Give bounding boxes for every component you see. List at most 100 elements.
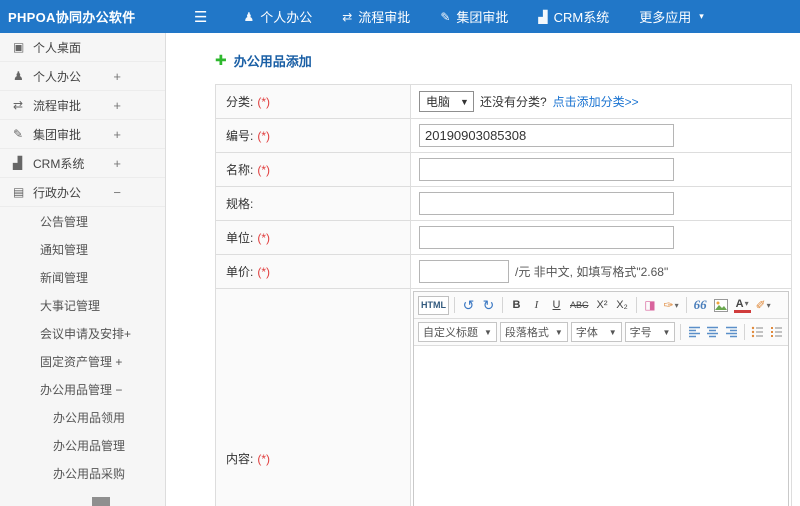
nav-personal-office[interactable]: ♟ 个人办公: [243, 7, 312, 26]
code-input[interactable]: [419, 124, 674, 147]
sidebar-item-crm-system[interactable]: ▟ CRM系统 +: [0, 149, 165, 178]
remove-format-icon[interactable]: ◨: [642, 296, 659, 315]
menu-icon[interactable]: ☰: [194, 8, 207, 26]
field-value: [411, 187, 791, 220]
chevron-down-icon: ▾: [674, 300, 679, 310]
font-family-dropdown[interactable]: 字体 ▼: [570, 322, 622, 342]
editor-content-area[interactable]: [414, 346, 788, 506]
spec-input[interactable]: [419, 192, 674, 215]
chevron-down-icon: ▼: [662, 327, 671, 337]
insert-image-icon[interactable]: [712, 296, 731, 315]
sidebar-item-office-supplies[interactable]: 办公用品管理 −: [0, 375, 165, 403]
custom-heading-dropdown[interactable]: 自定义标题 ▼: [418, 322, 497, 342]
field-value: 电脑 ▼ 还没有分类? 点击添加分类>>: [411, 85, 791, 118]
field-label: 规格:: [216, 187, 411, 220]
form-row-unit: 单位: (*): [216, 221, 791, 255]
field-value: [411, 153, 791, 186]
flow-icon: ⇄: [13, 98, 24, 112]
nav-group-approval[interactable]: ✎ 集团审批: [440, 7, 508, 26]
required-marker: (*): [257, 451, 271, 466]
sidebar-item-news-mgmt[interactable]: 新闻管理: [0, 263, 165, 291]
align-center-icon[interactable]: [705, 323, 721, 342]
dropdown-label: 自定义标题: [423, 327, 478, 339]
sidebar-item-label: 集团审批: [33, 127, 82, 142]
underline-button[interactable]: U: [548, 296, 565, 315]
nav-crm-system[interactable]: ▟ CRM系统: [538, 7, 609, 26]
desktop-icon: ▣: [13, 40, 25, 54]
font-color-icon[interactable]: A ▾: [733, 297, 751, 313]
sidebar-item-workflow-approval[interactable]: ⇄ 流程审批 +: [0, 91, 165, 120]
pen-glyph: ✐: [755, 298, 766, 312]
label-text: 内容:: [226, 452, 254, 466]
sidebar-item-group-approval[interactable]: ✎ 集团审批 +: [0, 120, 165, 149]
topbar: PHPOA协同办公软件 ☰ ♟ 个人办公 ⇄ 流程审批 ✎ 集团审批 ▟ CRM…: [0, 0, 800, 33]
chart-icon: ▟: [13, 156, 23, 170]
form-row-name: 名称: (*): [216, 153, 791, 187]
bold-button[interactable]: B: [508, 296, 525, 315]
price-input[interactable]: [419, 260, 509, 283]
nav-label: CRM系统: [553, 10, 610, 25]
toolbar-separator: [685, 297, 687, 313]
font-color-glyph: A: [735, 297, 744, 310]
sidebar-item-label: 办公用品领用: [53, 410, 126, 425]
required-marker: (*): [257, 230, 271, 245]
nav-more-apps[interactable]: 更多应用 ▾: [639, 7, 704, 26]
toolbar-separator: [635, 297, 637, 313]
name-input[interactable]: [419, 158, 674, 181]
form-row-content: 内容: (*) HTML ↺ ↻ B I U ABC X² X₂ ◨ ✑ ▾ 6…: [216, 289, 791, 506]
dropdown-label: 段落格式: [504, 327, 549, 339]
font-size-dropdown[interactable]: 字号 ▼: [624, 322, 676, 342]
collapse-toggle[interactable]: −: [113, 185, 121, 200]
main-content: ✚ 办公用品添加 分类: (*) 电脑 ▼ 还没有分类? 点击添加分类>> 编号…: [166, 33, 800, 506]
expand-toggle[interactable]: +: [113, 98, 121, 113]
add-category-link[interactable]: 点击添加分类>>: [553, 93, 639, 110]
field-value: /元 非中文, 如填写格式"2.68": [411, 255, 791, 288]
sidebar-item-supplies-manage[interactable]: 办公用品管理: [0, 431, 165, 459]
unordered-list-icon[interactable]: [750, 323, 766, 342]
format-painter-icon[interactable]: ✑ ▾: [662, 296, 681, 315]
scrollbar-thumb[interactable]: [92, 497, 110, 506]
align-right-icon[interactable]: [723, 323, 739, 342]
app-title: PHPOA协同办公软件: [8, 10, 136, 25]
sidebar-item-events-mgmt[interactable]: 大事记管理: [0, 291, 165, 319]
sidebar-item-desktop[interactable]: ▣ 个人桌面: [0, 33, 165, 62]
sidebar-item-label: 固定资产管理 +: [40, 354, 123, 369]
edit-icon: ✎: [13, 127, 24, 141]
page-title-text: 办公用品添加: [233, 54, 312, 69]
field-label: 名称: (*): [216, 153, 411, 186]
sidebar-item-notice-mgmt[interactable]: 通知管理: [0, 235, 165, 263]
nav-label: 更多应用: [639, 10, 692, 25]
field-label: 编号: (*): [216, 119, 411, 152]
sidebar-item-personal-office[interactable]: ♟ 个人办公 +: [0, 62, 165, 91]
paragraph-format-dropdown[interactable]: 段落格式 ▼: [499, 322, 568, 342]
expand-toggle[interactable]: +: [113, 127, 121, 142]
blockquote-button[interactable]: 66: [692, 296, 709, 315]
category-select[interactable]: 电脑 ▼: [419, 91, 474, 112]
html-source-button[interactable]: HTML: [418, 295, 449, 315]
sidebar-item-supplies-purchase[interactable]: 办公用品采购: [0, 459, 165, 487]
expand-toggle[interactable]: +: [113, 69, 121, 84]
editor-toolbar-row1: HTML ↺ ↻ B I U ABC X² X₂ ◨ ✑ ▾ 66 A ▾ ✐ …: [414, 292, 788, 319]
unit-input[interactable]: [419, 226, 674, 249]
redo-icon[interactable]: ↻: [480, 296, 497, 315]
sidebar-item-label: 流程审批: [33, 98, 82, 113]
align-left-icon[interactable]: [686, 323, 702, 342]
superscript-button[interactable]: X²: [594, 296, 611, 315]
expand-toggle[interactable]: +: [113, 156, 121, 171]
sidebar-item-supplies-request[interactable]: 办公用品领用: [0, 403, 165, 431]
sidebar-item-fixed-assets[interactable]: 固定资产管理 +: [0, 347, 165, 375]
sidebar-item-meeting-request[interactable]: 会议申请及安排+: [0, 319, 165, 347]
undo-icon[interactable]: ↺: [460, 296, 477, 315]
ordered-list-icon[interactable]: [768, 323, 784, 342]
strikethrough-button[interactable]: ABC: [568, 296, 591, 315]
chevron-down-icon: ▾: [766, 300, 771, 310]
highlight-pen-icon[interactable]: ✐ ▾: [754, 296, 773, 315]
editor-toolbar-row2: 自定义标题 ▼ 段落格式 ▼ 字体 ▼ 字号 ▼: [414, 319, 788, 346]
nav-workflow-approval[interactable]: ⇄ 流程审批: [342, 7, 410, 26]
toolbar-separator: [743, 324, 745, 340]
sidebar-item-announcement-mgmt[interactable]: 公告管理: [0, 207, 165, 235]
italic-button[interactable]: I: [528, 296, 545, 315]
selected-option: 电脑: [426, 95, 451, 109]
sidebar-item-admin-office[interactable]: ▤ 行政办公 −: [0, 178, 165, 207]
subscript-button[interactable]: X₂: [614, 296, 631, 315]
